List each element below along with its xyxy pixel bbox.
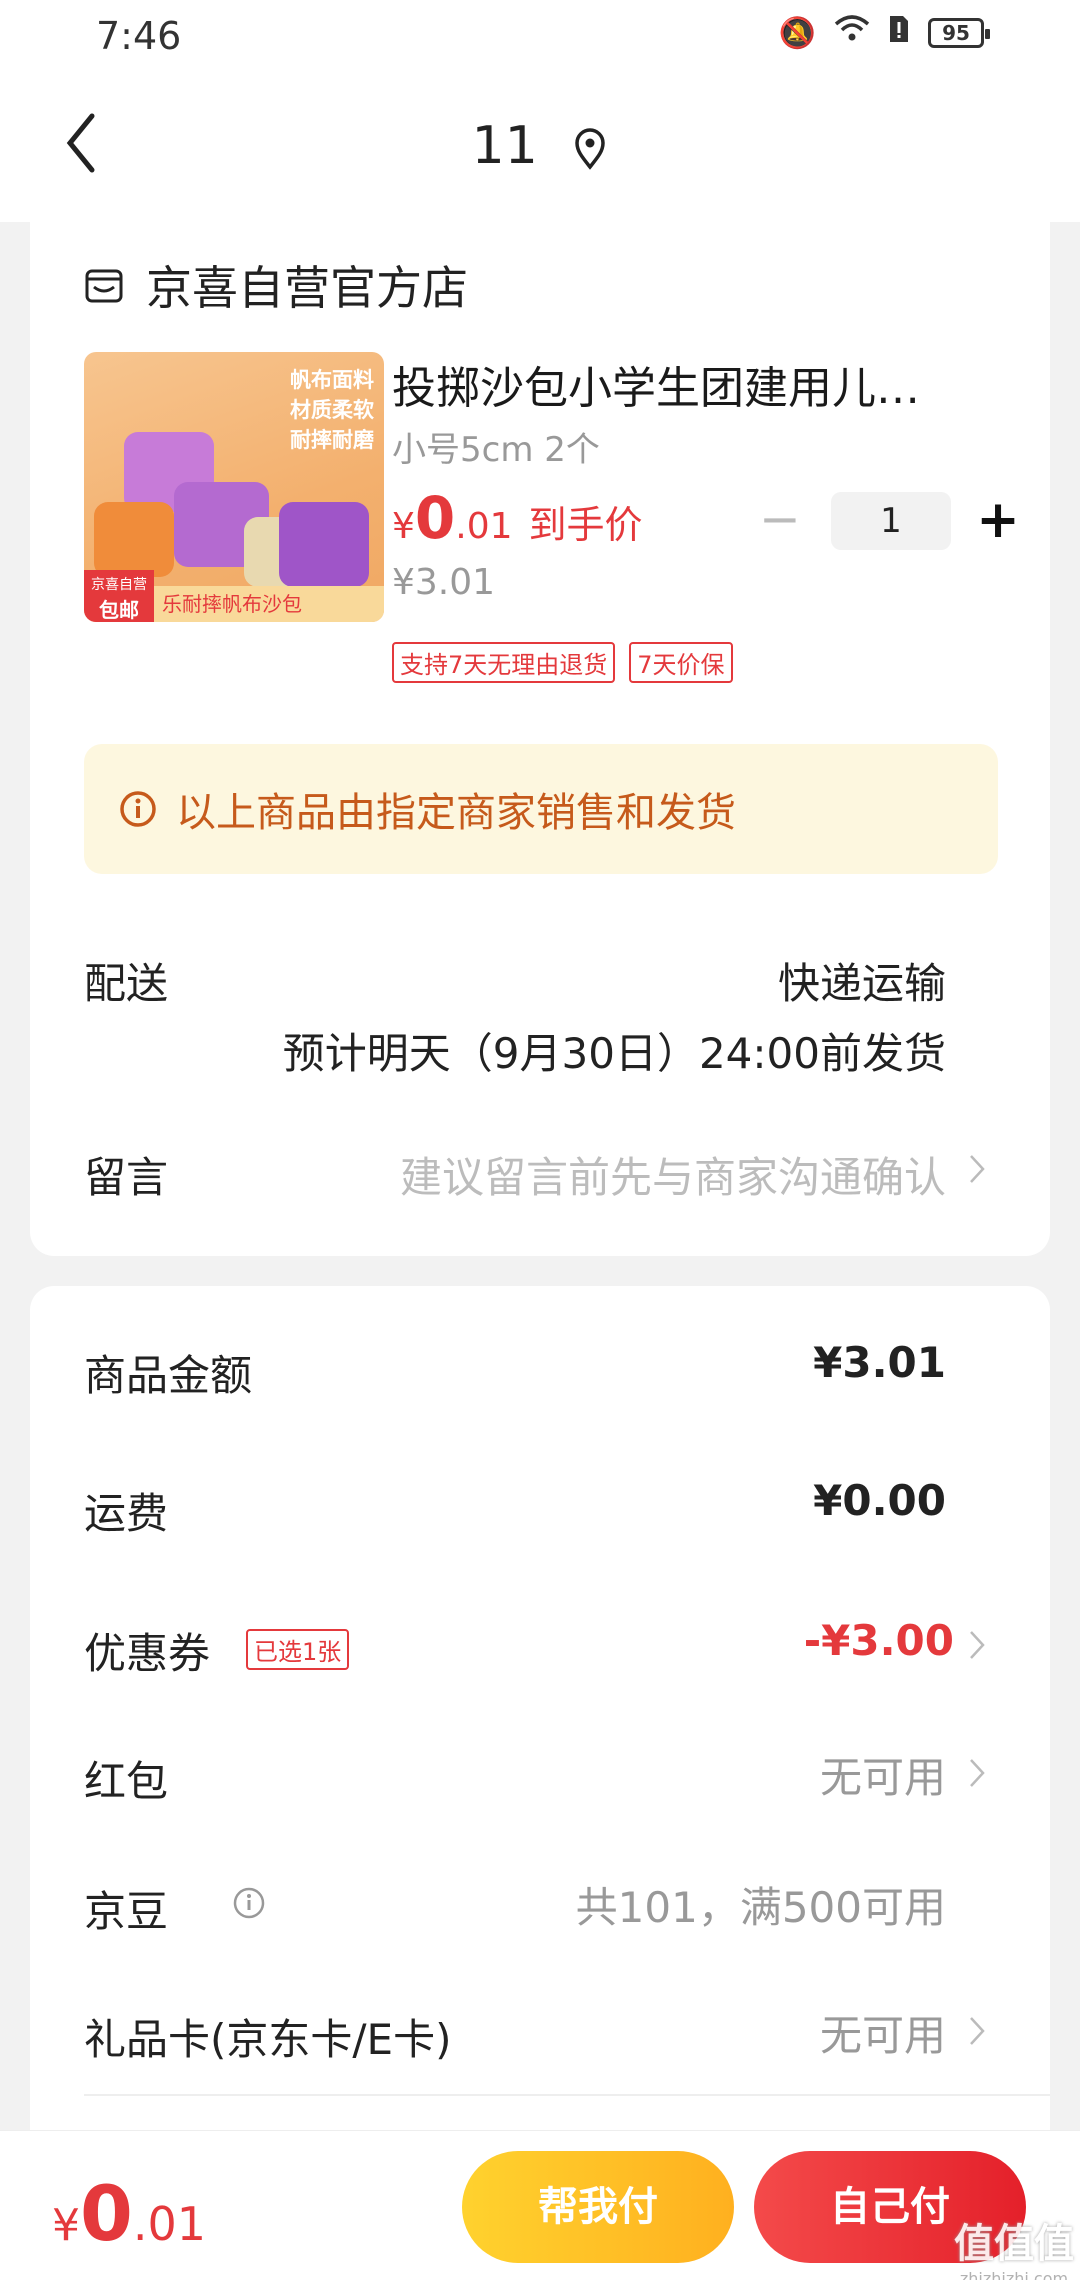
- product-image[interactable]: 帆布面料 材质柔软 耐摔耐磨 京喜自营 包邮 乐耐摔帆布沙包: [84, 352, 384, 622]
- freight-value: ¥0.00: [813, 1476, 946, 1525]
- product-title[interactable]: 投掷沙包小学生团建用儿…: [392, 352, 1002, 416]
- original-price: ¥3.01: [392, 562, 496, 603]
- page-title: 11: [471, 116, 538, 176]
- image-caption-3: 耐摔耐磨: [290, 428, 374, 452]
- total-symbol: ¥: [52, 2200, 80, 2251]
- quantity-input[interactable]: 1: [831, 492, 951, 550]
- total-price: ¥ 0 .01: [52, 2169, 206, 2258]
- increase-button[interactable]: +: [973, 493, 1023, 549]
- total-int: 0: [80, 2169, 133, 2258]
- status-icons: 🔕 95: [778, 14, 990, 52]
- price-decimal: .01: [455, 506, 513, 547]
- message-label: 留言: [84, 1153, 169, 1202]
- return-policy-tag: 支持7天无理由退货: [392, 642, 616, 683]
- badge-text: 包邮: [99, 598, 139, 622]
- sandbag-cube: [279, 502, 369, 587]
- seller-notice: 以上商品由指定商家销售和发货: [84, 744, 998, 874]
- watermark-text: 值值值: [954, 2221, 1074, 2267]
- coupon-row[interactable]: -¥3.00: [804, 1616, 954, 1665]
- watermark-url: zhizhizhi.com: [959, 2269, 1069, 2280]
- watermark-logo: 值值值 zhizhizhi.com: [954, 2211, 1074, 2280]
- address-selector[interactable]: 11: [0, 116, 1080, 176]
- top-bar: 7:46 🔕 95 11: [0, 0, 1080, 222]
- product-spec: 小号5cm 2个: [392, 430, 600, 470]
- info-icon[interactable]: [232, 1886, 266, 1920]
- image-caption-1: 帆布面料: [290, 368, 374, 392]
- shipping-date: 预计明天（9月30日）24:00前发货: [282, 1029, 946, 1078]
- decrease-button[interactable]: −: [755, 493, 805, 549]
- price-symbol: ¥: [392, 506, 415, 547]
- giftcard-row[interactable]: 无可用: [820, 2002, 946, 2063]
- shop-name: 京喜自营官方店: [146, 261, 468, 315]
- giftcard-label: 礼品卡(京东卡/E卡): [84, 2015, 452, 2064]
- sandbag-cube: [94, 502, 174, 577]
- image-bottom-caption: 乐耐摔帆布沙包: [154, 586, 384, 622]
- divider: [84, 2094, 1050, 2096]
- goods-amount-value: ¥3.01: [813, 1338, 946, 1387]
- chevron-right-icon: [970, 1155, 985, 1183]
- goods-amount-label: 商品金额: [84, 1351, 253, 1400]
- shipping-label: 配送: [84, 959, 169, 1008]
- mute-bell-icon: 🔕: [778, 15, 816, 51]
- status-time: 7:46: [96, 14, 182, 58]
- wifi-icon: [834, 14, 870, 52]
- free-shipping-badge: 京喜自营 包邮: [84, 570, 154, 622]
- location-pin-icon: [575, 128, 606, 170]
- quantity-stepper: − 1 +: [755, 492, 1023, 550]
- redpacket-label: 红包: [84, 1757, 169, 1806]
- freight-label: 运费: [84, 1489, 169, 1538]
- shop-icon: [85, 269, 123, 303]
- help-me-pay-button[interactable]: 帮我付: [462, 2151, 734, 2263]
- order-card: 京喜自营官方店 帆布面料 材质柔软 耐摔耐磨 京喜自营 包邮 乐耐摔帆布沙包 投…: [30, 222, 1050, 1256]
- notice-text: 以上商品由指定商家销售和发货: [176, 790, 736, 836]
- price-protect-tag: 7天价保: [629, 642, 733, 683]
- total-decimal: .01: [132, 2197, 207, 2251]
- coupon-label: 优惠券: [84, 1629, 211, 1678]
- battery-icon: 95: [928, 18, 990, 48]
- message-field[interactable]: 建议留言前先与商家沟通确认: [400, 1144, 946, 1205]
- service-tags: 支持7天无理由退货 7天价保: [392, 642, 733, 683]
- chevron-right-icon: [970, 1759, 985, 1787]
- final-price: ¥ 0 .01 到手价: [392, 484, 643, 552]
- chevron-right-icon: [970, 2017, 985, 2045]
- jingdou-value: 共101，满500可用: [575, 1883, 946, 1932]
- shipping-method: 快递运输: [777, 959, 946, 1008]
- sim-alert-icon: [888, 14, 910, 52]
- pay-bar: ¥ 0 .01 帮我付 自己付 值值值 zhizhizhi.com: [0, 2130, 1080, 2280]
- info-icon: [120, 791, 156, 827]
- price-int: 0: [414, 484, 456, 552]
- jingdou-label: 京豆: [84, 1887, 169, 1936]
- redpacket-row[interactable]: 无可用: [820, 1744, 946, 1805]
- price-label: 到手价: [528, 503, 643, 547]
- image-caption-2: 材质柔软: [290, 398, 374, 422]
- shop-header[interactable]: 京喜自营官方店: [84, 252, 468, 318]
- coupon-selected-tag: 已选1张: [246, 1629, 350, 1670]
- badge-small-text: 京喜自营: [91, 577, 147, 593]
- chevron-right-icon: [970, 1631, 985, 1659]
